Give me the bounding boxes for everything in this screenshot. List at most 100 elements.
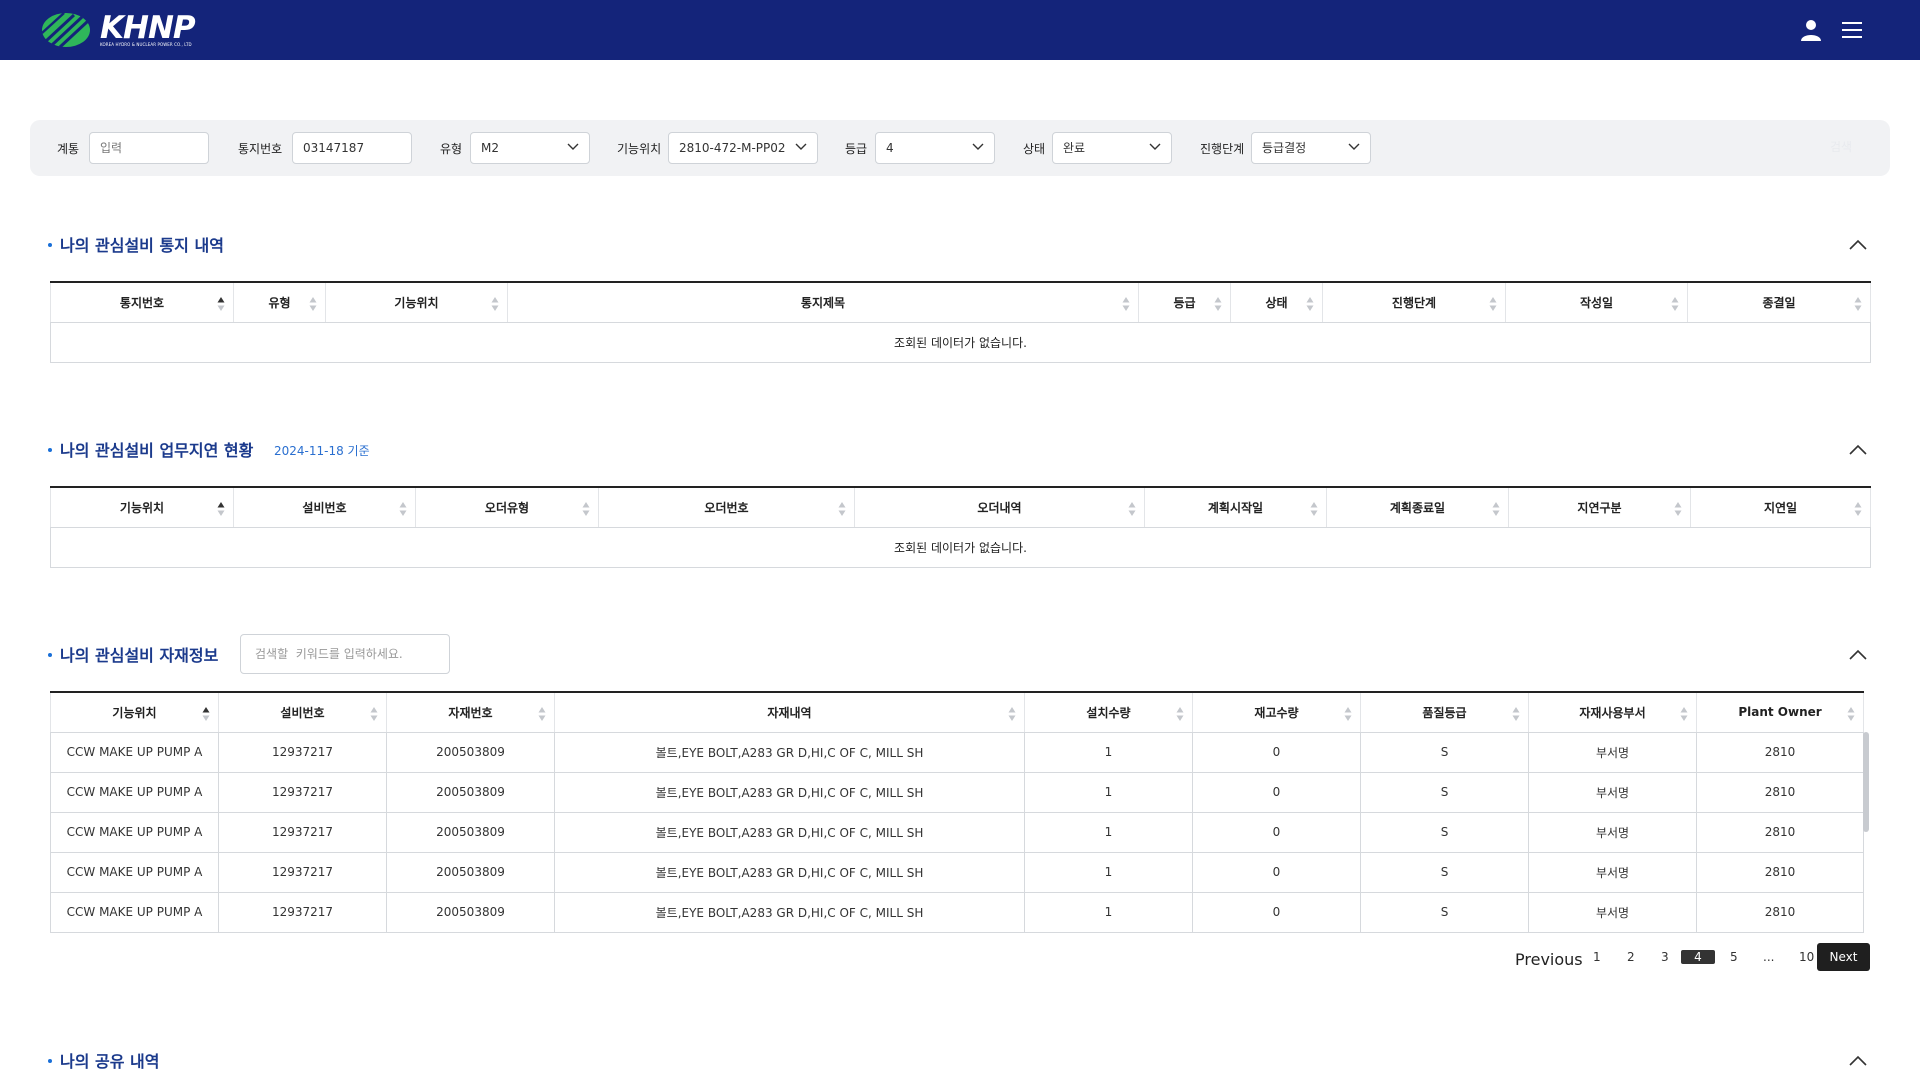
chevron-down-icon [1348, 143, 1360, 150]
sort-icon[interactable] [1306, 296, 1314, 312]
column-header[interactable]: 통지번호 [50, 281, 234, 323]
column-header[interactable]: 계획시작일 [1144, 486, 1327, 528]
table-cell: 볼트,EYE BOLT,A283 GR D,HI,C OF C, MILL SH [554, 771, 1025, 813]
logo-word: KHNP [100, 9, 196, 46]
sort-icon[interactable] [1214, 296, 1222, 312]
sort-icon[interactable] [1492, 501, 1500, 517]
sort-icon[interactable] [399, 501, 407, 517]
column-header[interactable]: 통지제목 [507, 281, 1139, 323]
column-header[interactable]: 기능위치 [50, 691, 219, 733]
page-button[interactable]: 10 [1799, 950, 1814, 964]
sort-icon[interactable] [370, 706, 378, 722]
column-header[interactable]: 계획종료일 [1326, 486, 1509, 528]
sort-icon[interactable] [1176, 706, 1184, 722]
search-button[interactable]: 검색 [1830, 138, 1852, 155]
table-row[interactable]: CCW MAKE UP PUMP A 12937217 200503809 볼트,EY… [50, 851, 1864, 893]
keyword-search-input[interactable] [240, 634, 450, 674]
column-header[interactable]: 기능위치 [325, 281, 508, 323]
hamburger-menu-icon[interactable] [1842, 20, 1862, 40]
next-page-button[interactable]: Next [1817, 943, 1870, 971]
func-loc-select[interactable]: 2810-472-M-PP02 [668, 132, 818, 164]
table-cell: 부서명 [1528, 731, 1697, 773]
column-header[interactable]: 재고수량 [1192, 691, 1361, 733]
sort-icon[interactable] [1122, 296, 1130, 312]
section-delay-status-title: 나의 관심설비 업무지연 현황 [48, 437, 253, 461]
type-select[interactable]: M2 [470, 132, 590, 164]
column-header[interactable]: 진행단계 [1322, 281, 1506, 323]
sort-icon[interactable] [491, 296, 499, 312]
column-header[interactable]: 오더번호 [598, 486, 855, 528]
column-header[interactable]: 등급 [1138, 281, 1231, 323]
column-header[interactable]: Plant Owner [1696, 691, 1864, 733]
notice-no-input[interactable] [292, 132, 412, 164]
table-cell: 12937217 [218, 771, 387, 813]
page-button[interactable]: 3 [1661, 950, 1669, 964]
grade-select[interactable]: 4 [875, 132, 995, 164]
table-row[interactable]: CCW MAKE UP PUMP A 12937217 200503809 볼트,EY… [50, 891, 1864, 933]
column-header[interactable]: 지연일 [1690, 486, 1871, 528]
column-header[interactable]: 유형 [233, 281, 326, 323]
sort-icon[interactable] [838, 501, 846, 517]
table-row[interactable]: CCW MAKE UP PUMP A 12937217 200503809 볼트,EY… [50, 771, 1864, 813]
column-header[interactable]: 지연구분 [1508, 486, 1691, 528]
column-header-label: 지연일 [1763, 500, 1798, 515]
page-button[interactable]: 1 [1593, 950, 1601, 964]
sort-icon[interactable] [1008, 706, 1016, 722]
table-scrollbar[interactable] [1863, 732, 1869, 932]
khnp-logo[interactable]: KHNP KOREA HYDRO & NUCLEAR POWER CO., LT… [40, 9, 196, 49]
sort-icon[interactable] [1847, 706, 1855, 722]
previous-page-button[interactable]: Previous [1515, 950, 1583, 969]
table-row[interactable]: CCW MAKE UP PUMP A 12937217 200503809 볼트,EY… [50, 731, 1864, 773]
status-select[interactable]: 완료 [1052, 132, 1172, 164]
sort-icon[interactable] [217, 501, 225, 517]
sort-icon[interactable] [1671, 296, 1679, 312]
table-cell: S [1360, 811, 1529, 853]
page-button[interactable]: ... [1763, 950, 1774, 964]
table-row[interactable]: CCW MAKE UP PUMP A 12937217 200503809 볼트,EY… [50, 811, 1864, 853]
sort-icon[interactable] [1489, 296, 1497, 312]
column-header[interactable]: 자재내역 [554, 691, 1025, 733]
user-icon[interactable] [1800, 19, 1822, 41]
column-header[interactable]: 자재사용부서 [1528, 691, 1697, 733]
sort-icon[interactable] [1344, 706, 1352, 722]
column-header[interactable]: 오더내역 [854, 486, 1145, 528]
chevron-up-icon[interactable] [1848, 648, 1868, 660]
current-page-button[interactable]: 4 [1681, 950, 1715, 964]
column-header-label: 설치수량 [1086, 705, 1131, 720]
sort-icon[interactable] [309, 296, 317, 312]
sort-icon[interactable] [202, 706, 210, 722]
sort-icon[interactable] [1680, 706, 1688, 722]
column-header[interactable]: 설치수량 [1024, 691, 1193, 733]
table-cell: 0 [1192, 891, 1361, 933]
table-row: 조회된 데이터가 없습니다. [50, 321, 1871, 363]
column-header[interactable]: 설비번호 [218, 691, 387, 733]
sort-icon[interactable] [1310, 501, 1318, 517]
column-header[interactable]: 종결일 [1687, 281, 1871, 323]
column-header[interactable]: 상태 [1230, 281, 1323, 323]
stage-select[interactable]: 등급결정 [1251, 132, 1371, 164]
chevron-up-icon[interactable] [1848, 443, 1868, 455]
sort-icon[interactable] [582, 501, 590, 517]
grade-select-value: 4 [886, 141, 894, 155]
scrollbar-thumb[interactable] [1863, 732, 1869, 832]
column-header[interactable]: 품질등급 [1360, 691, 1529, 733]
sort-icon[interactable] [1128, 501, 1136, 517]
table-header-row: 기능위치 설비번호 오더유형 오더번호 오더내역 계획시작일 계획종료일 지연구분 지연일 [50, 486, 1871, 528]
system-input[interactable] [89, 132, 209, 164]
page-button[interactable]: 2 [1627, 950, 1635, 964]
sort-icon[interactable] [1674, 501, 1682, 517]
sort-icon[interactable] [1512, 706, 1520, 722]
chevron-up-icon[interactable] [1848, 1054, 1868, 1066]
sort-icon[interactable] [538, 706, 546, 722]
table-cell: 200503809 [386, 731, 555, 773]
column-header[interactable]: 자재번호 [386, 691, 555, 733]
column-header[interactable]: 기능위치 [50, 486, 234, 528]
column-header[interactable]: 작성일 [1505, 281, 1688, 323]
page-button[interactable]: 5 [1730, 950, 1738, 964]
column-header[interactable]: 오더유형 [415, 486, 599, 528]
sort-icon[interactable] [1854, 296, 1862, 312]
column-header[interactable]: 설비번호 [233, 486, 416, 528]
sort-icon[interactable] [217, 296, 225, 312]
sort-icon[interactable] [1854, 501, 1862, 517]
chevron-up-icon[interactable] [1848, 238, 1868, 250]
